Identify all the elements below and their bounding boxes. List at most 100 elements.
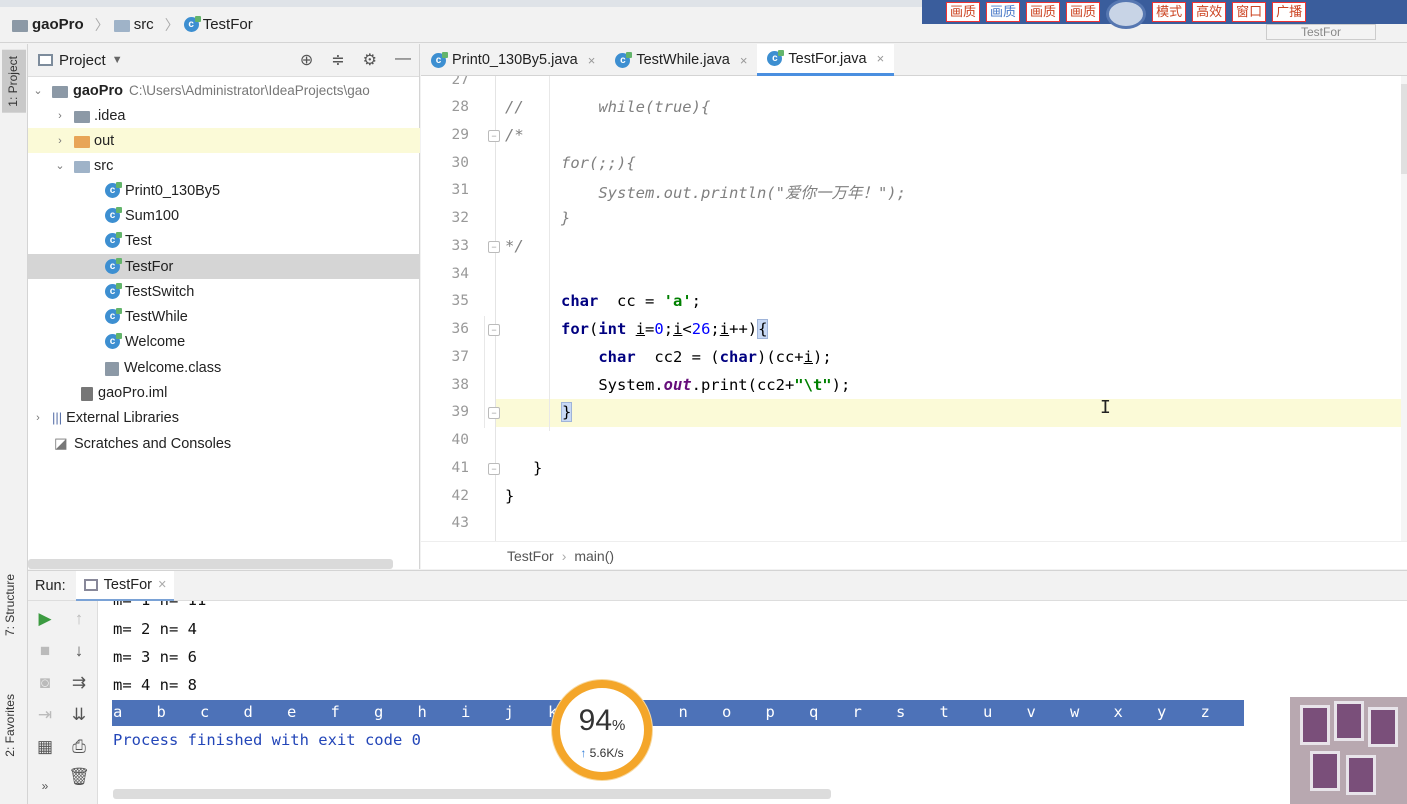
overlay-button-1[interactable]: 画质 xyxy=(946,2,981,22)
locate-icon[interactable]: ⊕ xyxy=(300,50,313,70)
chevron-down-icon[interactable]: ▼ xyxy=(112,54,123,66)
close-icon[interactable]: × xyxy=(740,53,748,68)
code-editor[interactable]: 27 28 29 30 31 32 33 34 35 36 37 38 39 4… xyxy=(421,76,1407,541)
java-class-icon: c xyxy=(431,51,448,68)
chevron-right-icon[interactable]: › xyxy=(54,135,66,147)
project-view-selector[interactable]: Project xyxy=(59,52,106,69)
breadcrumb-file[interactable]: c TestFor xyxy=(183,16,253,33)
tree-item-class[interactable]: c Print0_130By5 xyxy=(28,178,420,203)
tree-item-out[interactable]: › out xyxy=(28,128,420,153)
tab-print0[interactable]: c Print0_130By5.java × xyxy=(421,44,605,76)
tab-testwhile[interactable]: c TestWhile.java × xyxy=(605,44,757,76)
console-icon xyxy=(83,578,98,591)
editor-tabs: c Print0_130By5.java × c TestWhile.java × cT… xyxy=(421,44,1407,76)
java-class-icon: c xyxy=(105,258,122,274)
close-icon[interactable]: × xyxy=(158,577,166,593)
trash-icon[interactable]: 🗑 xyxy=(68,767,90,787)
tree-item-idea[interactable]: › .idea xyxy=(28,103,420,128)
overlay-broadcast-button[interactable]: 广播 xyxy=(1272,2,1307,22)
output-letter: t xyxy=(939,703,949,721)
scrollbar-thumb[interactable] xyxy=(1401,84,1407,174)
tree-item-scratches[interactable]: ◪ Scratches and Consoles xyxy=(28,431,420,456)
close-icon[interactable]: × xyxy=(877,51,885,66)
run-config-selector[interactable]: TestFor xyxy=(1266,24,1376,40)
tree-item-external-libraries[interactable]: › ||| External Libraries xyxy=(28,405,420,430)
tree-item-class[interactable]: c TestSwitch xyxy=(28,279,420,304)
overlay-window-button[interactable]: 窗口 xyxy=(1232,2,1267,22)
overlay-button-4[interactable]: 画质 xyxy=(1066,2,1101,22)
soft-wrap-icon[interactable]: ⇉ xyxy=(68,673,90,693)
record-disc-icon[interactable] xyxy=(1106,0,1147,29)
editor-breadcrumb: TestFor › main() xyxy=(421,541,1407,569)
editor-breadcrumb-class[interactable]: TestFor xyxy=(507,548,554,564)
structure-tool-tab[interactable]: 7: Structure xyxy=(3,574,17,636)
project-tool-tab[interactable]: 1: Project xyxy=(2,50,26,113)
up-arrow-icon[interactable]: ↑ xyxy=(68,609,90,629)
favorites-tool-tab[interactable]: 2: Favorites xyxy=(3,694,17,757)
tree-item-label: TestSwitch xyxy=(125,283,195,300)
fold-marker-icon[interactable]: − xyxy=(488,130,500,142)
overlay-efficient-button[interactable]: 高效 xyxy=(1192,2,1227,22)
fold-marker-icon[interactable]: − xyxy=(488,324,500,336)
output-letter: b xyxy=(156,703,166,721)
chevron-right-icon[interactable]: › xyxy=(54,110,66,122)
down-arrow-icon[interactable]: ↓ xyxy=(68,641,90,661)
tree-item-class-selected[interactable]: c TestFor xyxy=(28,254,420,279)
code-line-33: */ xyxy=(505,237,524,255)
tree-item-iml[interactable]: gaoPro.iml xyxy=(28,380,420,405)
collapse-icon[interactable]: ≑ xyxy=(331,50,344,70)
folder-icon xyxy=(74,160,90,173)
project-path: C:\Users\Administrator\IdeaProjects\gao xyxy=(128,83,370,98)
code-line-42: } xyxy=(505,487,515,505)
fold-marker-icon[interactable]: − xyxy=(488,407,500,419)
percent-unit: % xyxy=(612,717,626,734)
rerun-icon[interactable]: ▶ xyxy=(34,609,56,629)
print-icon[interactable]: ⎙ xyxy=(68,737,90,757)
tree-item-root[interactable]: ⌄ gaoPro C:\Users\Administrator\IdeaProj… xyxy=(28,78,420,103)
network-speed-widget[interactable]: 94% ↑ 5.6K/s xyxy=(552,680,652,780)
output-letter: a xyxy=(113,703,123,721)
tree-item-class[interactable]: c TestWhile xyxy=(28,304,420,329)
tree-item-class[interactable]: c Welcome xyxy=(28,329,420,354)
line-number: 33 xyxy=(451,238,469,254)
tree-item-class[interactable]: c Sum100 xyxy=(28,203,420,228)
tab-testfor[interactable]: c TestFor.java × xyxy=(757,44,895,76)
stop-icon[interactable]: ■ xyxy=(34,641,56,661)
upload-speed: ↑ 5.6K/s xyxy=(560,746,644,760)
output-letter: r xyxy=(852,703,862,721)
more-icon[interactable]: » xyxy=(34,779,56,793)
java-class-icon: c xyxy=(105,207,122,223)
scroll-to-end-icon[interactable]: ⇊ xyxy=(68,705,90,725)
editor-breadcrumb-method[interactable]: main() xyxy=(574,548,614,564)
run-tab-testfor[interactable]: TestFor × xyxy=(75,570,175,601)
line-number: 36 xyxy=(451,321,469,337)
chevron-right-icon[interactable]: › xyxy=(32,412,44,424)
breadcrumb-folder[interactable]: src xyxy=(113,16,154,33)
camera-icon[interactable]: ◙ xyxy=(34,673,56,693)
close-icon[interactable]: × xyxy=(588,53,596,68)
chevron-down-icon[interactable]: ⌄ xyxy=(54,159,66,172)
layout-icon[interactable]: ▦ xyxy=(34,737,56,757)
console-output[interactable]: m= 1 n= 11 m= 2 n= 4 m= 3 n= 6 m= 4 n= 8… xyxy=(98,601,1407,804)
breadcrumb-project-label: gaoPro xyxy=(32,16,84,33)
fold-marker-icon[interactable]: − xyxy=(488,463,500,475)
output-letter: f xyxy=(330,703,340,721)
horizontal-scrollbar[interactable] xyxy=(28,559,393,569)
fold-marker-icon[interactable]: − xyxy=(488,241,500,253)
breadcrumb-project[interactable]: gaoPro xyxy=(12,16,84,33)
tree-item-classfile[interactable]: Welcome.class xyxy=(28,355,420,380)
code-line-35: char cc = 'a'; xyxy=(561,292,701,310)
minimize-icon[interactable]: — xyxy=(395,50,411,70)
gear-icon[interactable]: ⚙ xyxy=(363,50,377,70)
overlay-button-2[interactable]: 画质 xyxy=(986,2,1021,22)
overlay-mode-button[interactable]: 模式 xyxy=(1152,2,1187,22)
restore-layout-icon[interactable]: ⇥ xyxy=(34,705,56,725)
output-letter: v xyxy=(1026,703,1036,721)
tree-item-src[interactable]: ⌄ src xyxy=(28,153,420,178)
chevron-down-icon[interactable]: ⌄ xyxy=(32,84,44,97)
console-horizontal-scrollbar[interactable] xyxy=(113,789,831,799)
code-line-28: // while(true){ xyxy=(505,98,711,116)
vertical-scrollbar[interactable] xyxy=(1401,76,1407,541)
overlay-button-3[interactable]: 画质 xyxy=(1026,2,1061,22)
tree-item-class[interactable]: c Test xyxy=(28,228,420,253)
